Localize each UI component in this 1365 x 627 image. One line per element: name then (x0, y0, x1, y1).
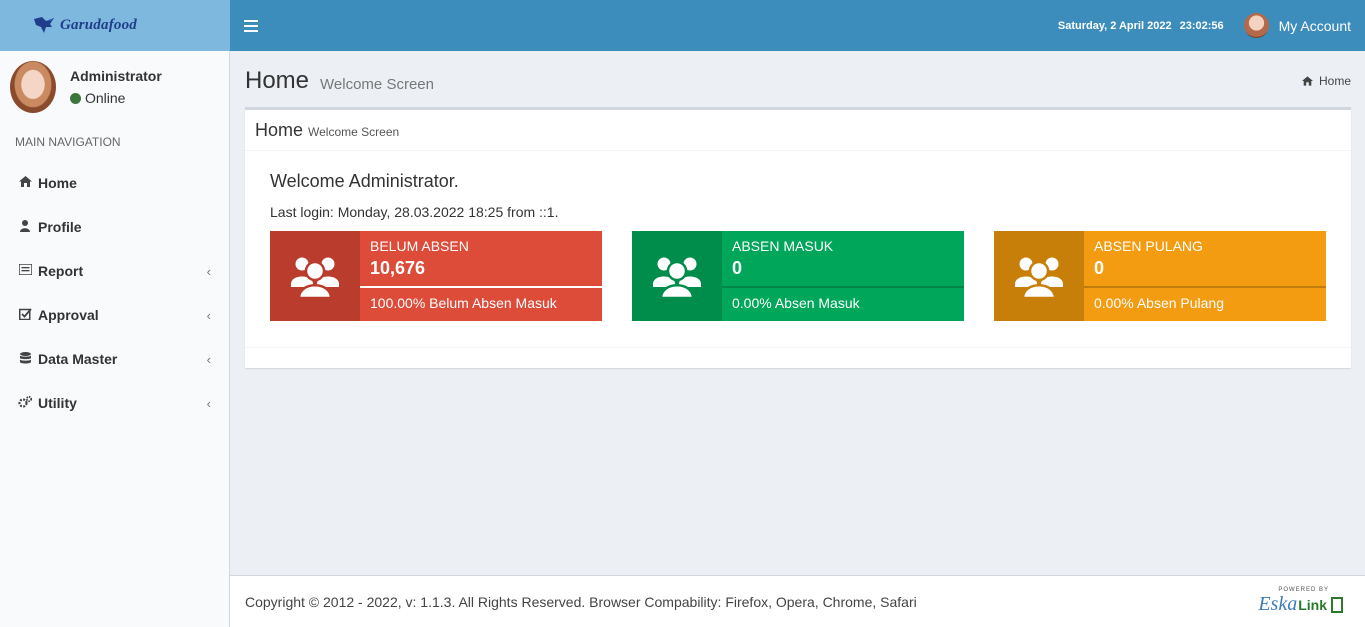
chevron-left-icon: ‹ (206, 351, 211, 367)
users-icon (632, 231, 722, 321)
info-box-label: ABSEN MASUK (732, 238, 834, 254)
eskalink-logo-icon (1331, 596, 1343, 613)
gears-icon (18, 395, 33, 411)
check-square-icon (18, 307, 32, 323)
sidebar-item-label: Utility (38, 395, 77, 411)
user-icon (18, 219, 32, 235)
info-boxes: BELUM ABSEN 10,676 100.00% Belum Absen M… (270, 231, 1326, 321)
breadcrumb[interactable]: Home (1301, 74, 1351, 88)
box-title: Home (255, 119, 304, 140)
sidebar-item-profile[interactable]: Profile (0, 205, 229, 249)
info-box-belum-absen[interactable]: BELUM ABSEN 10,676 100.00% Belum Absen M… (270, 231, 602, 321)
sidebar-item-label: Report (38, 263, 84, 279)
powered-by-logo[interactable]: POWERED BY Eska Link (1258, 587, 1343, 616)
welcome-message: Welcome Administrator. (270, 171, 459, 191)
sidebar-item-label: Approval (38, 307, 99, 323)
box-header: Home Welcome Screen (245, 110, 1351, 151)
list-icon (17, 263, 33, 278)
progress-description: 0.00% Absen Masuk (732, 295, 860, 311)
breadcrumb-home[interactable]: Home (1319, 74, 1351, 88)
sidebar-toggle-icon[interactable] (244, 19, 258, 32)
top-navbar: Saturday, 2 April 2022 23:02:56 My Accoun… (230, 0, 1365, 51)
page-footer: Copyright © 2012 - 2022, v: 1.1.3. All R… (230, 575, 1365, 627)
chevron-left-icon: ‹ (206, 307, 211, 323)
sidebar: Administrator Online MAIN NAVIGATION Hom… (0, 51, 230, 627)
garudafood-logo[interactable]: Garudafood (32, 15, 137, 37)
info-box-value: 0 (732, 258, 743, 278)
box-subtitle: Welcome Screen (308, 124, 400, 139)
eskalink-brand-a: Eska (1258, 593, 1298, 615)
user-avatar (10, 61, 56, 113)
datetime-display: Saturday, 2 April 2022 23:02:56 (1058, 20, 1224, 32)
info-box-label: ABSEN PULANG (1094, 238, 1203, 254)
user-panel: Administrator Online (0, 51, 229, 123)
info-box-label: BELUM ABSEN (370, 238, 469, 254)
main-navigation-header: MAIN NAVIGATION (15, 135, 121, 149)
eskalink-brand-b: Link (1298, 596, 1327, 613)
progress-bar (360, 286, 602, 288)
logo-text: Garudafood (60, 17, 138, 33)
info-box-value: 10,676 (370, 258, 426, 278)
sidebar-item-approval[interactable]: Approval ‹ (0, 293, 229, 337)
content-header: Home Welcome Screen Home (245, 64, 1351, 98)
home-icon (1301, 76, 1313, 86)
progress-fill (360, 286, 602, 288)
sidebar-item-data-master[interactable]: Data Master ‹ (0, 337, 229, 381)
current-date: Saturday, 2 April 2022 (1057, 19, 1172, 32)
user-status-label: Online (85, 90, 126, 106)
sidebar-item-utility[interactable]: Utility ‹ (0, 381, 229, 425)
sidebar-menu: Home Profile Report ‹ Approval ‹ Data Ma… (0, 161, 229, 425)
garuda-bird-icon (34, 16, 54, 33)
home-icon (18, 176, 32, 190)
sidebar-item-label: Data Master (38, 351, 118, 367)
progress-description: 0.00% Absen Pulang (1094, 295, 1224, 311)
progress-bar (722, 286, 964, 288)
page-title: Home (245, 67, 310, 94)
info-box-value: 0 (1094, 258, 1105, 278)
copyright-text: Copyright © 2012 - 2022, v: 1.1.3. All R… (245, 593, 917, 610)
progress-bar (1084, 286, 1326, 288)
info-box-absen-pulang[interactable]: ABSEN PULANG 0 0.00% Absen Pulang (994, 231, 1326, 321)
sidebar-item-label: Home (38, 175, 77, 191)
account-avatar (1243, 13, 1269, 38)
user-name: Administrator (70, 68, 162, 84)
progress-description: 100.00% Belum Absen Masuk (370, 295, 557, 311)
current-time: 23:02:56 (1179, 19, 1224, 32)
box-footer (245, 347, 1351, 348)
logo-area[interactable]: Garudafood (0, 0, 230, 51)
database-icon (18, 351, 32, 367)
box-body: Welcome Administrator. Last login: Monda… (245, 151, 1351, 238)
online-status-icon (70, 92, 81, 104)
welcome-box: Home Welcome Screen Welcome Administrato… (245, 107, 1351, 368)
users-icon (270, 231, 360, 321)
my-account-menu[interactable]: My Account (1243, 13, 1351, 38)
last-login-text: Last login: Monday, 28.03.2022 18:25 fro… (270, 204, 559, 220)
chevron-left-icon: ‹ (206, 263, 211, 279)
users-icon (994, 231, 1084, 321)
sidebar-item-report[interactable]: Report ‹ (0, 249, 229, 293)
page-subtitle: Welcome Screen (320, 75, 434, 93)
user-status: Online (70, 90, 162, 106)
my-account-label: My Account (1278, 17, 1351, 34)
sidebar-item-home[interactable]: Home (0, 161, 229, 205)
chevron-left-icon: ‹ (206, 395, 211, 411)
sidebar-item-label: Profile (38, 219, 82, 235)
info-box-absen-masuk[interactable]: ABSEN MASUK 0 0.00% Absen Masuk (632, 231, 964, 321)
